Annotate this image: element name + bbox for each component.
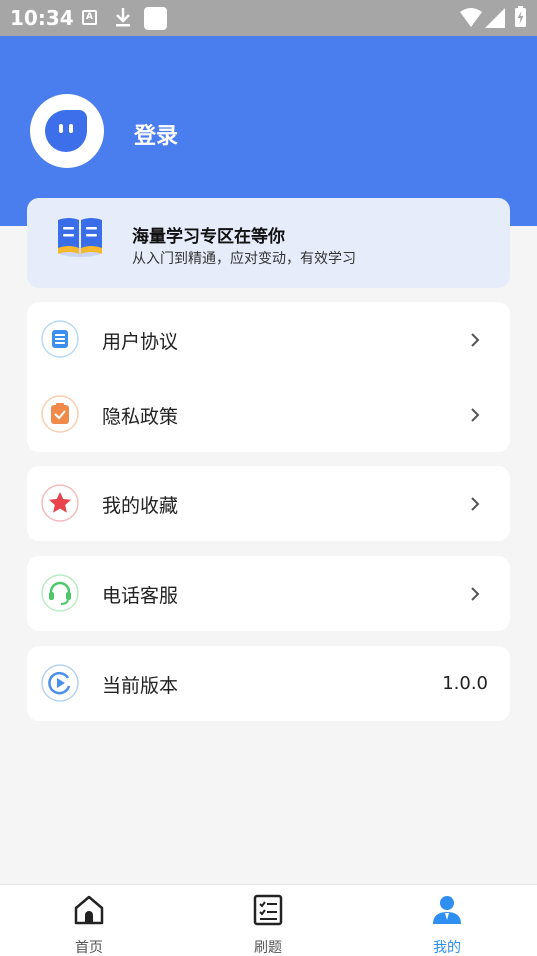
tab-practice[interactable]: 刷题	[208, 885, 328, 956]
menu-label-customer-service: 电话客服	[102, 585, 179, 607]
version-card: 当前版本 1.0.0	[27, 646, 510, 721]
menu-item-user-agreement[interactable]: 用户协议	[27, 302, 510, 377]
status-bar: 10:34 A	[0, 0, 537, 36]
version-play-icon	[41, 664, 79, 702]
battery-charging-icon	[515, 6, 526, 27]
favorites-card: 我的收藏	[27, 466, 510, 541]
promo-subtitle: 从入门到精通，应对变动，有效学习	[132, 251, 356, 267]
tab-home[interactable]: 首页	[29, 885, 149, 956]
menu-item-customer-service[interactable]: 电话客服	[27, 556, 510, 631]
tab-mine[interactable]: 我的	[387, 885, 507, 956]
signal-icon	[485, 8, 505, 28]
avatar-face-icon	[45, 110, 87, 152]
notification-a-icon: A	[82, 10, 97, 25]
promo-banner[interactable]: 海量学习专区在等你 从入门到精通，应对变动，有效学习	[27, 198, 510, 288]
login-button[interactable]: 登录	[134, 118, 178, 150]
notification-square-icon	[144, 7, 167, 30]
checklist-icon	[253, 894, 283, 926]
download-icon	[116, 8, 130, 27]
chevron-right-icon	[471, 587, 480, 601]
clipboard-check-icon	[41, 395, 79, 433]
tab-label-home: 首页	[75, 940, 103, 956]
menu-item-privacy-policy[interactable]: 隐私政策	[27, 377, 510, 452]
headset-icon	[41, 574, 79, 612]
chevron-right-icon	[471, 408, 480, 422]
promo-title: 海量学习专区在等你	[132, 227, 285, 247]
menu-label-favorites: 我的收藏	[102, 495, 179, 517]
star-icon	[41, 484, 79, 522]
menu-label-privacy-policy: 隐私政策	[102, 406, 179, 428]
menu-label-version: 当前版本	[102, 675, 179, 697]
wifi-icon	[460, 8, 482, 27]
chevron-right-icon	[471, 333, 480, 347]
bottom-tab-bar: 首页 刷题 我的	[0, 884, 537, 956]
menu-label-user-agreement: 用户协议	[102, 331, 179, 353]
version-value: 1.0.0	[442, 673, 488, 694]
tab-label-practice: 刷题	[254, 940, 282, 956]
document-icon	[41, 320, 79, 358]
menu-item-favorites[interactable]: 我的收藏	[27, 466, 510, 541]
menu-item-version[interactable]: 当前版本 1.0.0	[27, 646, 510, 721]
open-book-icon	[58, 218, 102, 257]
home-icon	[74, 895, 104, 925]
service-card: 电话客服	[27, 556, 510, 631]
avatar-eye-left	[59, 124, 63, 133]
person-icon	[433, 896, 461, 924]
status-time: 10:34	[10, 6, 74, 30]
avatar-eye-right	[69, 124, 73, 133]
tab-label-mine: 我的	[433, 940, 461, 956]
legal-card: 用户协议 隐私政策	[27, 302, 510, 452]
avatar[interactable]	[30, 94, 104, 168]
chevron-right-icon	[471, 497, 480, 511]
